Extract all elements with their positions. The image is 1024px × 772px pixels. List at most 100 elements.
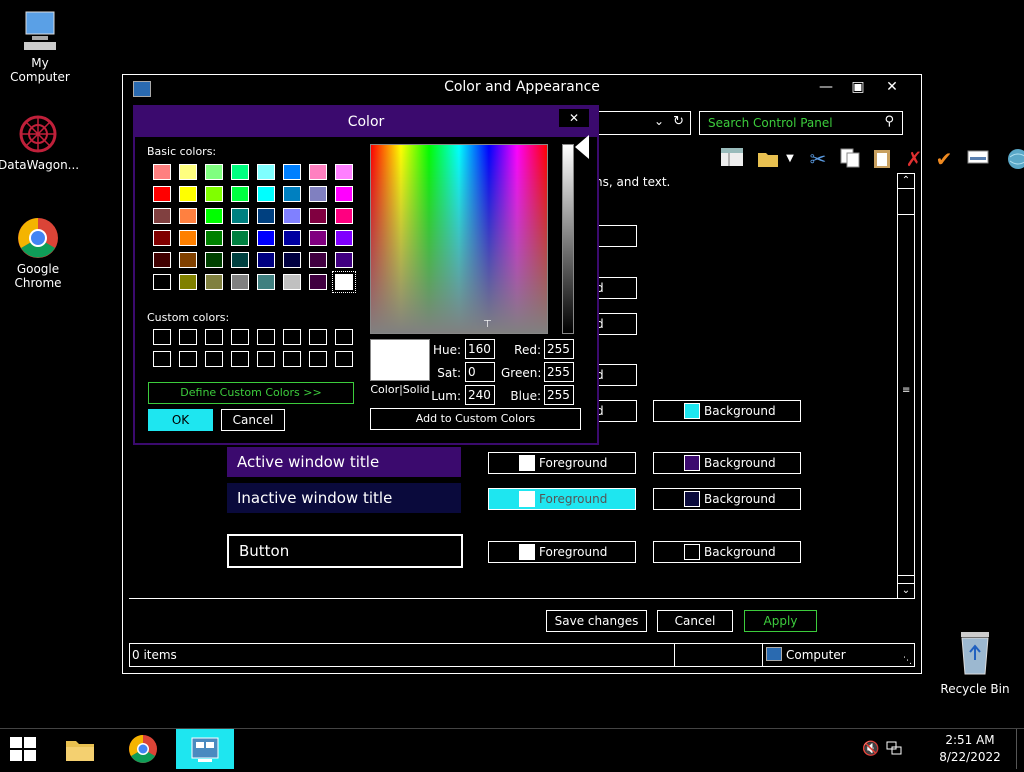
basic-color-swatch[interactable] (231, 230, 249, 246)
basic-color-swatch[interactable] (257, 164, 275, 180)
basic-color-swatch[interactable] (335, 252, 353, 268)
lum-input[interactable]: 240 (465, 385, 495, 405)
cancel-button[interactable]: Cancel (657, 610, 733, 632)
sat-input[interactable]: 0 (465, 362, 495, 382)
delete-icon[interactable]: ✗ (901, 147, 927, 171)
basic-color-swatch[interactable] (179, 252, 197, 268)
custom-color-swatch[interactable] (309, 351, 327, 367)
basic-color-swatch[interactable] (179, 208, 197, 224)
inactive-title-background-button[interactable]: Background (653, 488, 801, 510)
red-input[interactable]: 255 (544, 339, 574, 359)
basic-color-swatch[interactable] (231, 252, 249, 268)
show-desktop-button[interactable] (1016, 729, 1024, 769)
chevron-down-icon[interactable]: ⌄ (654, 114, 664, 128)
basic-color-swatch[interactable] (179, 274, 197, 290)
address-bar[interactable]: ⌄ ↻ (593, 111, 691, 135)
resize-grip-icon[interactable]: ⋱ (903, 656, 912, 666)
paste-icon[interactable] (869, 147, 895, 171)
basic-color-swatch[interactable] (283, 252, 301, 268)
cancel-button[interactable]: Cancel (221, 409, 285, 431)
basic-color-swatch[interactable] (205, 164, 223, 180)
globe-icon[interactable] (1005, 147, 1024, 171)
add-to-custom-colors-button[interactable]: Add to Custom Colors (370, 408, 581, 430)
layout-icon[interactable] (719, 147, 745, 171)
basic-color-swatch[interactable] (309, 252, 327, 268)
custom-color-swatch[interactable] (257, 329, 275, 345)
basic-color-swatch[interactable] (231, 274, 249, 290)
basic-color-swatch[interactable] (335, 186, 353, 202)
custom-color-swatch[interactable] (257, 351, 275, 367)
custom-color-swatch[interactable] (179, 351, 197, 367)
basic-color-swatch[interactable] (205, 274, 223, 290)
cut-icon[interactable]: ✂ (805, 147, 831, 171)
active-window-title-preview[interactable]: Active window title (227, 447, 461, 477)
chevron-down-icon[interactable]: ▼ (783, 147, 797, 171)
basic-color-swatch[interactable] (153, 230, 171, 246)
view-icon[interactable] (965, 147, 991, 171)
basic-color-swatch[interactable] (153, 208, 171, 224)
basic-color-swatch[interactable] (205, 252, 223, 268)
basic-color-swatch[interactable] (309, 186, 327, 202)
clock-time[interactable]: 2:51 AM (940, 733, 1000, 747)
custom-color-swatch[interactable] (231, 329, 249, 345)
active-title-background-button[interactable]: Background (653, 452, 801, 474)
desktop-icon-my-computer[interactable]: My Computer (0, 10, 80, 84)
basic-color-swatch[interactable] (309, 274, 327, 290)
basic-color-swatch[interactable] (231, 186, 249, 202)
custom-color-swatch[interactable] (205, 329, 223, 345)
basic-color-swatch[interactable] (179, 186, 197, 202)
volume-muted-icon[interactable]: 🔇 (862, 741, 879, 757)
color-spectrum[interactable]: ⊤ (370, 144, 548, 334)
custom-color-swatch[interactable] (283, 351, 301, 367)
background-button[interactable]: Background (653, 400, 801, 422)
copy-icon[interactable] (837, 147, 863, 171)
partial-foreground-button[interactable]: d (595, 313, 637, 335)
partial-foreground-button[interactable]: d (595, 277, 637, 299)
partial-foreground-button[interactable]: d (595, 400, 637, 422)
ok-button[interactable]: OK (148, 409, 213, 431)
custom-color-swatch[interactable] (335, 351, 353, 367)
custom-color-swatch[interactable] (179, 329, 197, 345)
custom-color-swatch[interactable] (153, 329, 171, 345)
custom-color-swatch[interactable] (153, 351, 171, 367)
close-button[interactable]: ✕ (877, 77, 907, 97)
file-explorer-taskbar-icon[interactable] (64, 735, 96, 763)
basic-color-swatch[interactable] (257, 252, 275, 268)
basic-color-swatch[interactable] (335, 230, 353, 246)
maximize-button[interactable]: ▣ (843, 77, 873, 97)
clock-date[interactable]: 8/22/2022 (936, 750, 1004, 764)
basic-color-swatch[interactable] (257, 208, 275, 224)
partial-foreground-button[interactable]: d (595, 364, 637, 386)
dialog-close-button[interactable]: ✕ (559, 109, 589, 127)
scroll-down-arrow[interactable]: ⌄ (898, 583, 914, 598)
basic-color-swatch[interactable] (179, 230, 197, 246)
inactive-window-title-preview[interactable]: Inactive window title (227, 483, 461, 513)
basic-color-swatch[interactable] (335, 208, 353, 224)
properties-check-icon[interactable]: ✔ (931, 147, 957, 171)
basic-color-swatch[interactable] (335, 164, 353, 180)
basic-color-swatch[interactable] (257, 274, 275, 290)
network-icon[interactable] (886, 741, 902, 755)
scroll-up-arrow[interactable]: ⌃ (898, 174, 914, 189)
basic-color-swatch[interactable] (179, 164, 197, 180)
basic-color-swatch[interactable] (283, 274, 301, 290)
basic-color-swatch[interactable] (283, 164, 301, 180)
basic-color-swatch[interactable] (153, 274, 171, 290)
partial-foreground-field[interactable] (595, 225, 637, 247)
desktop-icon-chrome[interactable]: Google Chrome (0, 216, 78, 290)
desktop-icon-datawagon[interactable]: DataWagon... (0, 112, 79, 172)
basic-color-swatch[interactable] (332, 271, 356, 293)
search-input[interactable]: Search Control Panel ⚲ (699, 111, 903, 135)
custom-color-swatch[interactable] (309, 329, 327, 345)
basic-color-swatch[interactable] (309, 208, 327, 224)
apply-button[interactable]: Apply (744, 610, 817, 632)
blue-input[interactable]: 255 (544, 385, 574, 405)
button-foreground-button[interactable]: Foreground (488, 541, 636, 563)
basic-color-swatch[interactable] (153, 164, 171, 180)
basic-color-swatch[interactable] (205, 208, 223, 224)
basic-color-swatch[interactable] (309, 230, 327, 246)
desktop-icon-recycle-bin[interactable]: Recycle Bin (935, 630, 1015, 696)
scrollbar[interactable]: ⌃ ≡ ⌄ (897, 173, 915, 599)
basic-color-swatch[interactable] (283, 230, 301, 246)
basic-color-swatch[interactable] (231, 208, 249, 224)
